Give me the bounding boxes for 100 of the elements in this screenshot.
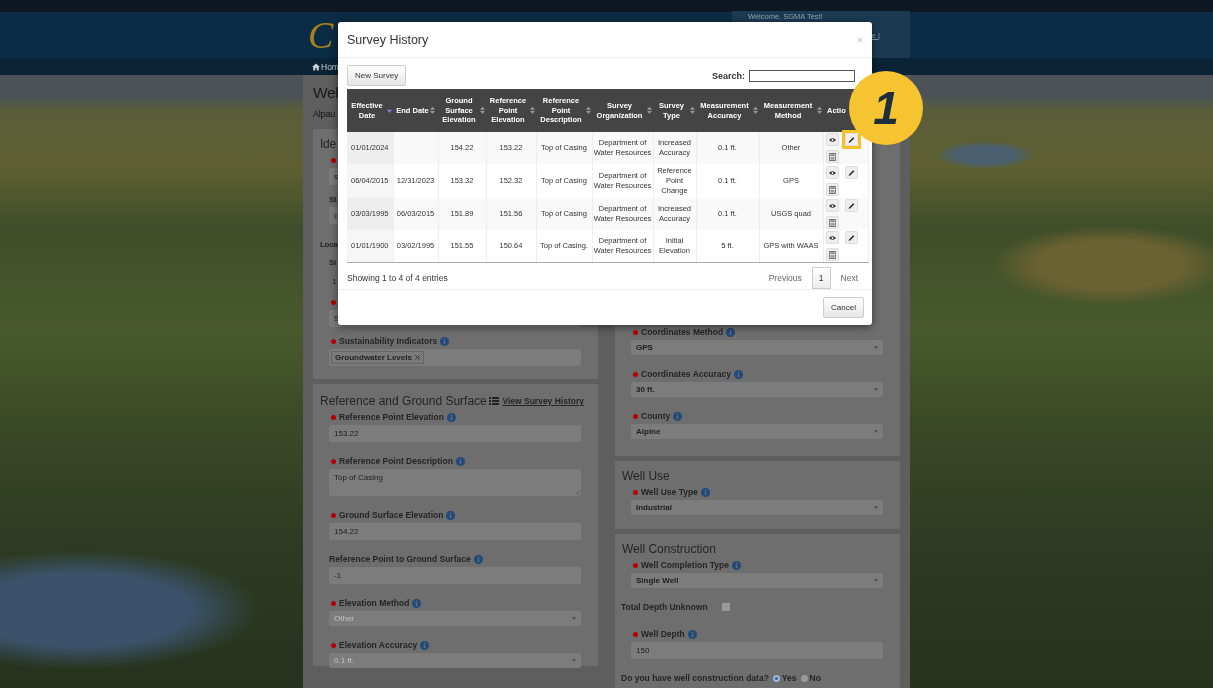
tag-chip: Groundwater Levels <box>331 351 424 364</box>
field-label: Elevation Accuracy <box>339 640 418 650</box>
radio-option[interactable]: No <box>800 673 821 683</box>
section-heading: Ide <box>320 137 336 151</box>
select-field[interactable]: Industrial <box>631 500 883 515</box>
search-label: Search: <box>711 70 745 81</box>
calculator-icon <box>828 218 836 227</box>
home-link[interactable]: Hom <box>312 61 339 72</box>
select-field[interactable]: GPS <box>631 340 883 355</box>
pencil-icon <box>847 168 855 177</box>
remove-icon[interactable] <box>414 355 420 360</box>
eye-icon <box>828 135 836 144</box>
text-area[interactable]: Top of Casing <box>329 469 581 496</box>
input-field[interactable]: 154.22 <box>329 523 581 540</box>
field-label: Well Depth <box>641 629 685 639</box>
eye-icon <box>828 201 836 210</box>
section-heading: Well Construction <box>622 542 716 556</box>
field-label: Elevation Method <box>339 598 410 608</box>
view-button[interactable] <box>825 166 839 179</box>
tag-field[interactable]: Groundwater Levels <box>329 349 581 366</box>
page-subtitle: Alpau <box>313 109 336 119</box>
modal-title: Survey History <box>347 32 429 47</box>
info-icon[interactable] <box>687 629 697 639</box>
caret-icon <box>572 617 576 620</box>
view-button[interactable] <box>825 133 839 146</box>
info-icon[interactable] <box>455 456 465 466</box>
calculator-button[interactable] <box>825 248 839 261</box>
info-icon[interactable] <box>473 554 483 564</box>
info-icon[interactable] <box>733 369 743 379</box>
calculator-button[interactable] <box>825 216 839 229</box>
subsection-heading: Loca <box>320 240 338 249</box>
select-field[interactable]: 30 ft. <box>631 382 883 397</box>
section-heading: Reference and Ground Surface <box>320 394 487 408</box>
info-icon[interactable] <box>440 336 450 346</box>
field-label: Well Use Type <box>641 487 698 497</box>
field-value: 1 <box>332 277 337 286</box>
caret-icon <box>874 430 878 433</box>
input-field[interactable]: 150 <box>631 642 883 659</box>
resize-grip-icon <box>575 490 580 495</box>
radio-option[interactable]: Yes <box>772 673 797 683</box>
pencil-icon <box>847 135 855 144</box>
previous-link[interactable]: Previous <box>768 273 802 283</box>
next-link[interactable]: Next <box>840 273 858 283</box>
info-icon[interactable] <box>446 510 456 520</box>
cancel-button[interactable]: Cancel <box>823 297 864 318</box>
new-survey-button[interactable]: New Survey <box>347 65 407 86</box>
select-field[interactable]: Single Well <box>631 573 883 588</box>
question-label: Do you have well construction data? <box>621 673 769 683</box>
caret-icon <box>874 579 878 582</box>
view-button[interactable] <box>825 231 839 244</box>
close-icon[interactable] <box>857 36 863 43</box>
info-icon[interactable] <box>732 560 741 570</box>
field-label: Coordinates Accuracy <box>641 369 731 379</box>
info-icon[interactable] <box>726 327 736 337</box>
calculator-button[interactable] <box>825 183 839 196</box>
info-icon[interactable] <box>673 411 683 421</box>
info-icon[interactable] <box>446 412 456 422</box>
field-label: Reference Point Description <box>339 456 453 466</box>
field-label: Reference Point to Ground Surface <box>329 554 471 564</box>
view-button[interactable] <box>825 199 839 212</box>
calculator-icon <box>828 185 836 194</box>
field-label: County <box>641 411 671 421</box>
field-label: St <box>329 194 337 204</box>
radio-button[interactable] <box>772 674 780 682</box>
pencil-icon <box>847 233 855 242</box>
caret-icon <box>874 506 878 509</box>
pencil-icon <box>847 201 855 210</box>
home-icon <box>312 62 320 71</box>
field-label: Ground Surface Elevation <box>339 510 444 520</box>
entries-info: Showing 1 to 4 of 4 entries <box>347 273 448 283</box>
calculator-icon <box>828 152 836 161</box>
field-label: Si <box>329 257 336 267</box>
eye-icon <box>828 168 836 177</box>
caret-icon <box>572 659 576 662</box>
info-icon[interactable] <box>700 487 710 497</box>
section-heading: Well Use <box>622 469 670 483</box>
field-label: Reference Point Elevation <box>339 412 444 422</box>
caret-icon <box>874 346 878 349</box>
logo: C <box>308 13 334 58</box>
checkbox-label: Total Depth Unknown <box>621 602 708 612</box>
radio-button[interactable] <box>800 674 808 682</box>
select-field[interactable]: Alpine <box>631 424 883 439</box>
edit-button[interactable] <box>844 199 858 212</box>
field-label: Coordinates Method <box>641 327 724 337</box>
field-label: Sustainability Indicators <box>339 336 438 346</box>
search-field[interactable] <box>749 69 855 82</box>
page-title: Wel <box>313 84 339 101</box>
eye-icon <box>828 233 836 242</box>
caret-icon <box>874 388 878 391</box>
edit-button[interactable] <box>844 166 858 179</box>
page-button[interactable]: 1 <box>811 267 831 289</box>
input-field[interactable]: -1 <box>329 567 581 584</box>
edit-button[interactable] <box>844 231 858 244</box>
list-icon <box>489 397 500 405</box>
view-history-link[interactable]: View Survey History <box>489 396 584 406</box>
checkbox[interactable] <box>721 603 730 611</box>
calculator-icon <box>828 250 836 259</box>
calculator-button[interactable] <box>825 150 839 163</box>
field-label: Well Completion Type <box>641 560 729 570</box>
input-field[interactable]: 153.22 <box>329 425 581 442</box>
